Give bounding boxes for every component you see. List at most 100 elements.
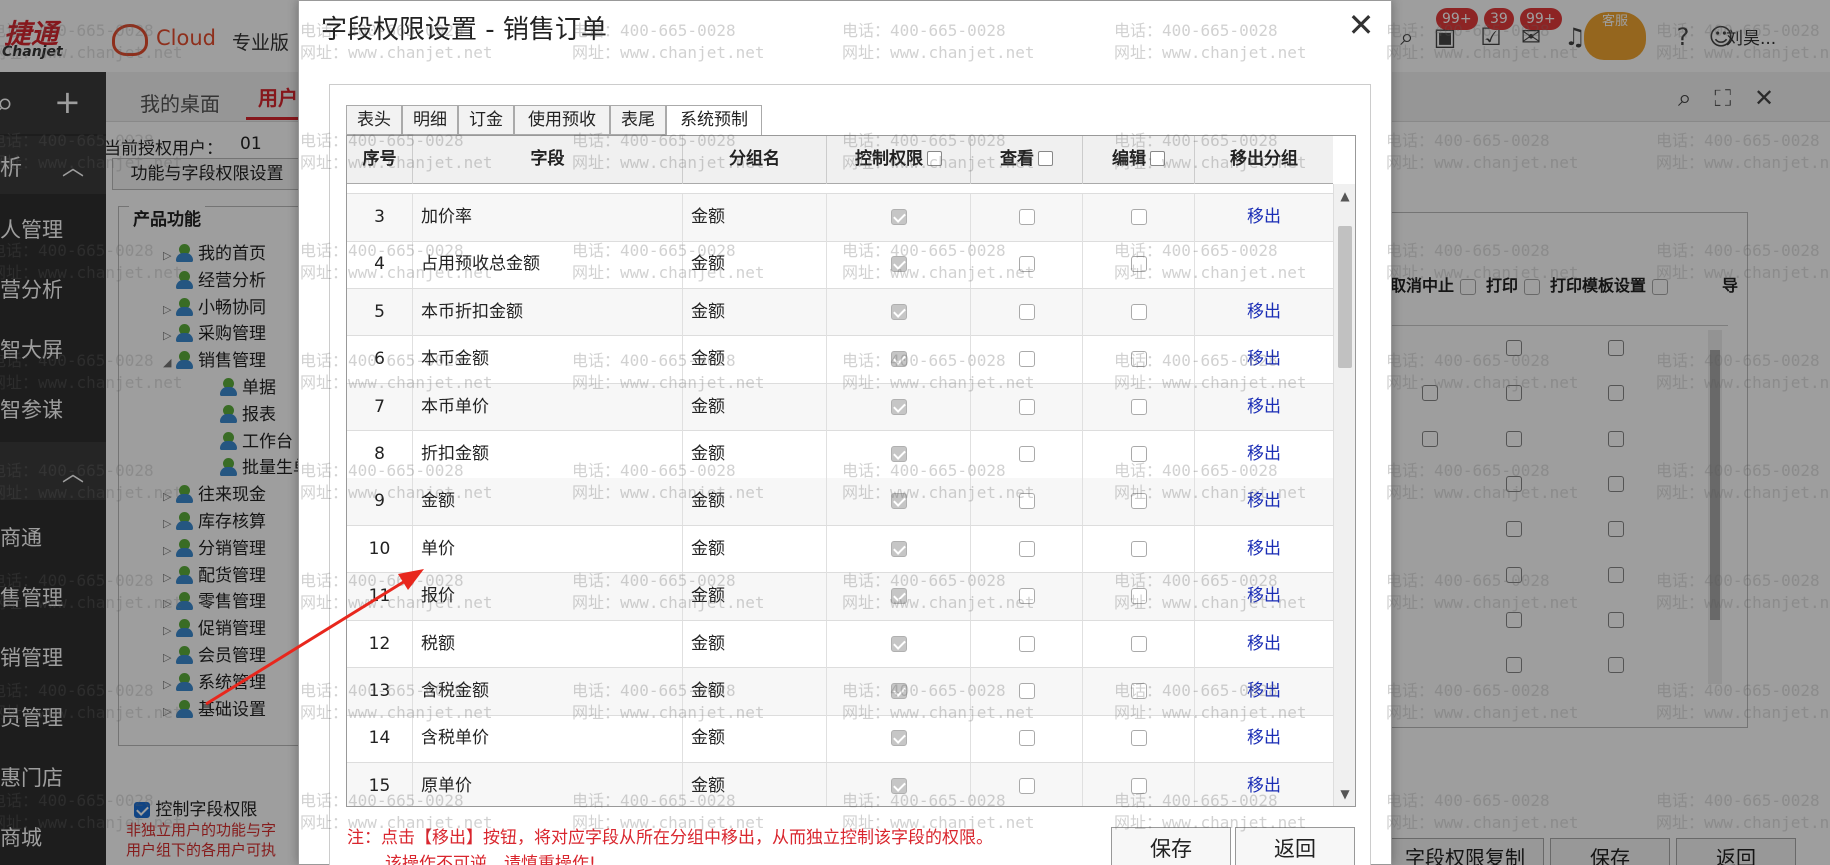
control-checkbox[interactable] (890, 730, 907, 747)
col-edit-label: 编辑 (1112, 149, 1146, 169)
edit-checkbox[interactable] (1130, 303, 1147, 320)
close-icon: ✕ (1347, 6, 1375, 44)
cell-group: 金额 (683, 525, 827, 573)
edit-checkbox[interactable] (1130, 540, 1147, 557)
view-checkbox[interactable] (1018, 540, 1035, 557)
move-out-link[interactable]: 移出 (1247, 444, 1281, 464)
edit-checkbox[interactable] (1130, 446, 1147, 462)
cell-control (827, 762, 971, 806)
cell-view (971, 715, 1083, 763)
table-row: 3 加价率 金额 移出 (347, 194, 1333, 242)
control-checkbox[interactable] (890, 398, 907, 415)
move-out-link[interactable]: 移出 (1247, 302, 1281, 322)
edit-checkbox[interactable] (1130, 683, 1147, 699)
view-checkbox[interactable] (1018, 588, 1035, 605)
move-out-link[interactable]: 移出 (1247, 681, 1281, 701)
edit-checkbox[interactable] (1130, 588, 1147, 605)
cell-edit (1083, 336, 1195, 384)
cell-view (971, 525, 1083, 573)
edit-checkbox[interactable] (1130, 635, 1147, 652)
view-checkbox[interactable] (1018, 256, 1035, 273)
view-checkbox[interactable] (1018, 446, 1035, 462)
control-checkbox[interactable] (890, 635, 907, 652)
view-checkbox[interactable] (1018, 777, 1035, 794)
tab-detail[interactable]: 明细 (402, 105, 458, 135)
control-checkbox[interactable] (890, 683, 907, 699)
move-out-link[interactable]: 移出 (1247, 397, 1281, 417)
move-out-link[interactable]: 移出 (1247, 207, 1281, 227)
table-row: 11 报价 金额 移出 (347, 573, 1333, 621)
table-row: 10 单价 金额 移出 (347, 525, 1333, 574)
move-out-link[interactable]: 移出 (1247, 776, 1281, 796)
col-no: 序号 (347, 136, 413, 184)
view-checkbox[interactable] (1018, 398, 1035, 415)
move-out-link[interactable]: 移出 (1247, 539, 1281, 559)
move-out-link[interactable]: 移出 (1247, 634, 1281, 654)
scroll-up-icon[interactable]: ▲ (1334, 184, 1355, 208)
control-checkbox[interactable] (890, 209, 907, 225)
view-checkbox[interactable] (1018, 303, 1035, 320)
move-out-link[interactable]: 移出 (1247, 491, 1281, 511)
view-checkbox[interactable] (1018, 635, 1035, 652)
cell-edit (1083, 194, 1195, 241)
tab-system-preset[interactable]: 系统预制 (666, 105, 762, 136)
back-button[interactable]: 返回 (1235, 827, 1355, 865)
view-checkbox[interactable] (1018, 683, 1035, 699)
tab-footer[interactable]: 表尾 (610, 105, 666, 135)
cell-group: 金额 (683, 715, 827, 763)
cell-move: 移出 (1195, 194, 1333, 241)
cell-group: 金额 (683, 620, 827, 668)
edit-checkbox[interactable] (1130, 398, 1147, 415)
cell-no: 11 (347, 573, 413, 621)
cell-no: 6 (347, 336, 413, 384)
table-row: 7 本币单价 金额 移出 (347, 383, 1333, 432)
save-button[interactable]: 保存 (1111, 827, 1231, 865)
table-row: 8 折扣金额 金额 移出 (347, 431, 1333, 479)
cell-move: 移出 (1195, 668, 1333, 715)
move-out-link[interactable]: 移出 (1247, 586, 1281, 606)
tab-header[interactable]: 表头 (346, 105, 402, 135)
scroll-thumb[interactable] (1338, 226, 1352, 368)
col-move: 移出分组 (1230, 149, 1298, 169)
control-checkbox[interactable] (890, 540, 907, 557)
tab-deposit[interactable]: 订金 (458, 105, 514, 135)
control-checkbox[interactable] (890, 303, 907, 320)
control-all-checkbox[interactable] (927, 151, 942, 166)
cell-field: 金额 (413, 478, 683, 526)
control-checkbox[interactable] (890, 446, 907, 462)
cell-field: 报价 (413, 573, 683, 621)
cell-view (971, 668, 1083, 715)
grid-scrollbar[interactable]: ▲ ▼ (1333, 184, 1355, 806)
control-checkbox[interactable] (890, 351, 907, 368)
view-checkbox[interactable] (1018, 730, 1035, 747)
edit-checkbox[interactable] (1130, 493, 1147, 510)
move-out-link[interactable]: 移出 (1247, 728, 1281, 748)
control-checkbox[interactable] (890, 588, 907, 605)
dialog-content: 表头 明细 订金 使用预收 表尾 系统预制 序号 字段 分组名 控制权限 查看 … (329, 84, 1371, 865)
col-field: 字段 (413, 136, 683, 184)
edit-checkbox[interactable] (1130, 730, 1147, 747)
field-permission-grid: 序号 字段 分组名 控制权限 查看 编辑 移出分组 3 加价率 金额 移出 4 占用预收总… (346, 135, 1356, 807)
view-checkbox[interactable] (1018, 351, 1035, 368)
cell-control (827, 194, 971, 241)
view-checkbox[interactable] (1018, 493, 1035, 510)
cell-view (971, 288, 1083, 336)
edit-checkbox[interactable] (1130, 351, 1147, 368)
move-out-link[interactable]: 移出 (1247, 349, 1281, 369)
scroll-down-icon[interactable]: ▼ (1334, 782, 1355, 806)
control-checkbox[interactable] (890, 777, 907, 794)
note-line-2: 该操作不可逆，请慎重操作! (385, 854, 596, 865)
edit-checkbox[interactable] (1130, 256, 1147, 273)
tab-use-prepay[interactable]: 使用预收 (514, 105, 610, 135)
edit-checkbox[interactable] (1130, 777, 1147, 794)
edit-checkbox[interactable] (1130, 209, 1147, 225)
cell-no: 7 (347, 383, 413, 431)
close-button[interactable]: ✕ (1341, 5, 1381, 45)
cell-no: 12 (347, 620, 413, 668)
edit-all-checkbox[interactable] (1150, 151, 1165, 166)
control-checkbox[interactable] (890, 256, 907, 273)
view-checkbox[interactable] (1018, 209, 1035, 225)
view-all-checkbox[interactable] (1038, 151, 1053, 166)
cell-field: 原单价 (413, 762, 683, 806)
control-checkbox[interactable] (890, 493, 907, 510)
